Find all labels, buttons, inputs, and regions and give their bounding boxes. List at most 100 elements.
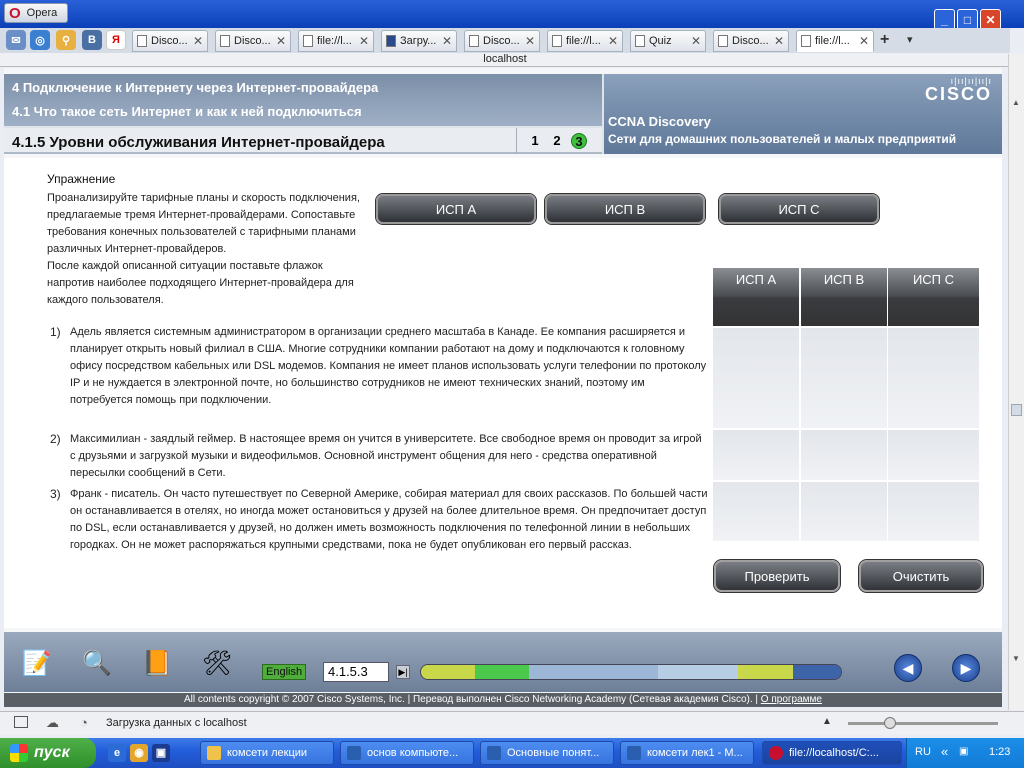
close-tab-icon[interactable]: ✕	[691, 34, 701, 48]
vk-icon[interactable]: В	[82, 30, 102, 50]
browser-window: O Opera _ □ ✕ ✉ ◎ ⚲ В Я Disco... ✕ Disco.…	[0, 0, 1024, 738]
tab-label: Quiz	[649, 35, 672, 47]
task-word-lek1[interactable]: комсети лек1 - М...	[620, 741, 754, 765]
scroll-up-icon[interactable]: ▲	[1012, 98, 1020, 107]
zoom-menu-icon[interactable]: ▲	[822, 716, 832, 727]
grid-header-isp-a: ИСП A	[713, 268, 799, 326]
progress-bar[interactable]	[420, 664, 842, 680]
instructions: Проанализируйте тарифные планы и скорост…	[47, 190, 367, 309]
tab-label: Disco...	[483, 35, 520, 47]
desktop-icon[interactable]: ▣	[152, 744, 170, 762]
tools-icon[interactable]: 🛠	[198, 644, 236, 682]
notes-icon[interactable]: 📝	[18, 644, 56, 682]
task-folder-komseti[interactable]: комсети лекции	[200, 741, 334, 765]
new-tab-plus-icon[interactable]: +	[880, 31, 889, 49]
checkbox-cell-2-c[interactable]	[888, 430, 979, 480]
checkbox-cell-2-b[interactable]	[801, 430, 887, 480]
language-indicator[interactable]: RU	[915, 746, 931, 758]
folder-icon	[207, 746, 221, 760]
isp-a-button[interactable]: ИСП A	[376, 194, 536, 224]
page-link-2[interactable]: 2	[549, 133, 565, 149]
speed-gauge-icon[interactable]: ◔	[80, 715, 88, 730]
module-title: 4 Подключение к Интернету через Интернет…	[12, 80, 379, 95]
answer-grid: ИСП A ИСП B ИСП C	[713, 268, 979, 541]
status-text: Загрузка данных с localhost	[106, 717, 247, 729]
isp-c-button[interactable]: ИСП C	[719, 194, 879, 224]
close-tab-icon[interactable]: ✕	[525, 34, 535, 48]
close-tab-icon[interactable]: ✕	[774, 34, 784, 48]
address-bar[interactable]: localhost	[0, 53, 1010, 67]
check-button[interactable]: Проверить	[714, 560, 840, 592]
close-tab-icon[interactable]: ✕	[442, 34, 452, 48]
word-icon	[627, 746, 641, 760]
task-word-osnov[interactable]: основ компьюте...	[340, 741, 474, 765]
scroll-thumb[interactable]	[1011, 404, 1022, 416]
tray-arrow-icon[interactable]: «	[941, 744, 948, 759]
word-icon	[347, 746, 361, 760]
tab-6[interactable]: file://l... ✕	[547, 30, 623, 52]
page-icon	[801, 35, 811, 47]
previous-page-arrow-icon[interactable]: ◀	[894, 654, 922, 682]
course-subtitle: Сети для домашних пользователей и малых …	[608, 132, 957, 146]
search-icon[interactable]: 🔍	[78, 644, 116, 682]
instructions-text: Проанализируйте тарифные планы и скорост…	[47, 192, 360, 255]
go-to-page-icon[interactable]: ▶|	[396, 665, 410, 679]
language-toggle[interactable]: English	[262, 664, 307, 680]
checkbox-cell-1-b[interactable]	[801, 328, 887, 428]
cloud-icon[interactable]: ☁	[46, 715, 59, 731]
glossary-book-icon[interactable]: 📙	[138, 644, 176, 682]
page-icon	[137, 35, 147, 47]
tab-9-active[interactable]: file://l... ✕	[796, 30, 874, 52]
course-toolbar: 📝 🔍 📙 🛠 English 4.1.5.3 ▶| ◀ ▶	[4, 632, 1002, 692]
search-tool-icon[interactable]: ⚲	[56, 30, 76, 50]
tab-5[interactable]: Disco... ✕	[464, 30, 540, 52]
next-page-arrow-icon[interactable]: ▶	[952, 654, 980, 682]
minimize-button[interactable]: _	[934, 9, 955, 30]
close-window-button[interactable]: ✕	[980, 9, 1001, 30]
page-link-3-current[interactable]: 3	[571, 133, 587, 149]
page-link-1[interactable]: 1	[527, 133, 543, 149]
maximize-button[interactable]: □	[957, 9, 978, 30]
tab-label: file://l...	[815, 35, 850, 47]
tab-7[interactable]: Quiz ✕	[630, 30, 706, 52]
yandex-icon[interactable]: Я	[106, 30, 126, 50]
scenario-2: 2) Максимилиан - заядлый геймер. В насто…	[50, 431, 740, 483]
page-number-field[interactable]: 4.1.5.3	[323, 662, 389, 682]
panel-toggle-icon[interactable]	[14, 716, 28, 728]
page-icon	[220, 35, 230, 47]
checkbox-cell-3-c[interactable]	[888, 482, 979, 541]
clear-button[interactable]: Очистить	[859, 560, 983, 592]
close-tab-icon[interactable]: ✕	[859, 34, 869, 48]
scenario-text: Франк - писатель. Он часто путешествует …	[70, 488, 708, 551]
scroll-down-icon[interactable]: ▼	[1012, 654, 1020, 663]
tab-2[interactable]: Disco... ✕	[215, 30, 291, 52]
checkbox-cell-3-b[interactable]	[801, 482, 887, 541]
zoom-slider-knob[interactable]	[884, 717, 896, 729]
course-content: 4 Подключение к Интернету через Интернет…	[4, 68, 1002, 707]
ie-icon[interactable]: e	[108, 744, 126, 762]
close-tab-icon[interactable]: ✕	[193, 34, 203, 48]
tab-3[interactable]: file://l... ✕	[298, 30, 374, 52]
tab-menu-chevron-icon[interactable]: ▾	[907, 33, 913, 46]
start-button[interactable]: пуск	[0, 738, 96, 768]
scenario-3: 3) Франк - писатель. Он часто путешеству…	[50, 486, 740, 556]
task-word-osnovnye[interactable]: Основные понят...	[480, 741, 614, 765]
isp-b-button[interactable]: ИСП B	[545, 194, 705, 224]
speed-dial-icon[interactable]: ◎	[30, 30, 50, 50]
opera-menu-button[interactable]: O Opera	[4, 3, 68, 23]
tab-label: file://l...	[317, 35, 352, 47]
zoom-slider[interactable]	[848, 722, 998, 725]
chrome-icon[interactable]: ◉	[130, 744, 148, 762]
tab-8[interactable]: Disco... ✕	[713, 30, 789, 52]
tab-4[interactable]: Загру... ✕	[381, 30, 457, 52]
task-opera-active[interactable]: file://localhost/C:...	[762, 741, 902, 765]
close-tab-icon[interactable]: ✕	[359, 34, 369, 48]
vertical-scrollbar[interactable]: ▲ ▼	[1008, 54, 1024, 710]
about-link[interactable]: О программе	[761, 694, 822, 705]
checkbox-cell-1-c[interactable]	[888, 328, 979, 428]
close-tab-icon[interactable]: ✕	[276, 34, 286, 48]
network-icon[interactable]: ▣	[959, 746, 968, 757]
mail-icon[interactable]: ✉	[6, 30, 26, 50]
tab-1[interactable]: Disco... ✕	[132, 30, 208, 52]
close-tab-icon[interactable]: ✕	[608, 34, 618, 48]
